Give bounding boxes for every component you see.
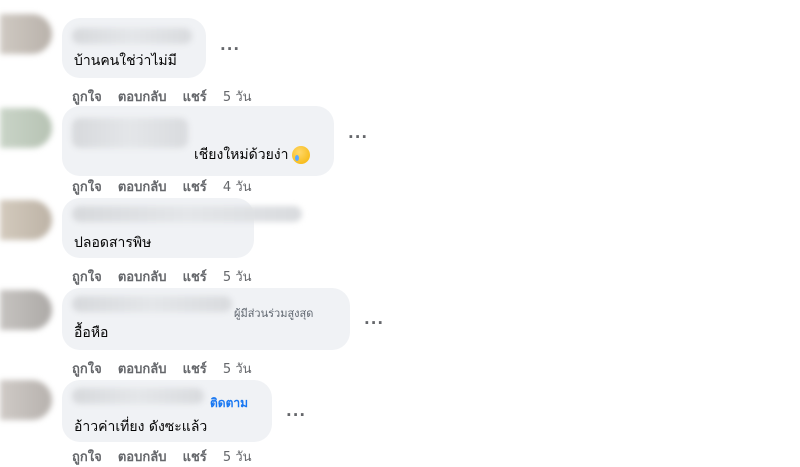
comment-actions: ถูกใจ ตอบกลับ แชร์ 5 วัน xyxy=(72,446,252,467)
timestamp[interactable]: 4 วัน xyxy=(223,180,252,195)
commenter-name-redacted[interactable] xyxy=(72,118,188,148)
comment-bubble: ปลอดสารพิษ xyxy=(62,198,302,258)
top-contributor-badge: ผู้มีส่วนร่วมสูงสุด xyxy=(234,307,314,320)
comment-text: ปลอดสารพิษ xyxy=(74,235,152,251)
timestamp[interactable]: 5 วัน xyxy=(223,450,252,465)
timestamp[interactable]: 5 วัน xyxy=(223,362,252,377)
avatar[interactable] xyxy=(0,108,52,148)
reply-button[interactable]: ตอบกลับ xyxy=(118,362,167,377)
reply-button[interactable]: ตอบกลับ xyxy=(118,270,167,285)
more-options-icon[interactable]: ··· xyxy=(364,314,384,332)
comment-4: ผู้มีส่วนร่วมสูงสุด อื้อหือ ··· ถูกใจ ตอ… xyxy=(0,288,800,378)
avatar[interactable] xyxy=(0,290,52,330)
comment-actions: ถูกใจ ตอบกลับ แชร์ 5 วัน xyxy=(72,358,252,379)
timestamp[interactable]: 5 วัน xyxy=(223,270,252,285)
comment-text: บ้านคนใช่ว่าไม่มี xyxy=(74,53,177,69)
comment-bubble: บ้านคนใช่ว่าไม่มี xyxy=(62,18,206,78)
like-button[interactable]: ถูกใจ xyxy=(72,362,102,377)
comment-3: ปลอดสารพิษ ถูกใจ ตอบกลับ แชร์ 5 วัน xyxy=(0,196,800,288)
comment-2: เชียงใหม่ด้วยง่า ··· ถูกใจ ตอบกลับ แชร์ … xyxy=(0,104,800,196)
more-options-icon[interactable]: ··· xyxy=(286,406,306,424)
follow-link[interactable]: ติดตาม xyxy=(210,394,248,413)
avatar[interactable] xyxy=(0,200,52,240)
reply-button[interactable]: ตอบกลับ xyxy=(118,90,167,105)
like-button[interactable]: ถูกใจ xyxy=(72,180,102,195)
comment-actions: ถูกใจ ตอบกลับ แชร์ 5 วัน xyxy=(72,266,252,287)
comment-actions: ถูกใจ ตอบกลับ แชร์ 4 วัน xyxy=(72,176,252,197)
share-button[interactable]: แชร์ xyxy=(183,180,207,195)
crying-face-emoji-icon xyxy=(292,146,311,164)
share-button[interactable]: แชร์ xyxy=(183,90,207,105)
comment-text: เชียงใหม่ด้วยง่า xyxy=(194,146,311,164)
avatar[interactable] xyxy=(0,14,52,54)
comment-text-content: เชียงใหม่ด้วยง่า xyxy=(194,147,289,163)
timestamp[interactable]: 5 วัน xyxy=(223,90,252,105)
commenter-name-redacted[interactable] xyxy=(72,388,204,404)
comment-1: บ้านคนใช่ว่าไม่มี ··· ถูกใจ ตอบกลับ แชร์… xyxy=(0,0,800,105)
reply-button[interactable]: ตอบกลับ xyxy=(118,450,167,465)
share-button[interactable]: แชร์ xyxy=(183,450,207,465)
commenter-name-redacted[interactable] xyxy=(72,296,232,312)
share-button[interactable]: แชร์ xyxy=(183,362,207,377)
commenter-name-redacted[interactable] xyxy=(72,28,192,44)
avatar[interactable] xyxy=(0,380,52,420)
share-button[interactable]: แชร์ xyxy=(183,270,207,285)
comment-bubble: ติดตาม อ้าวค่าเที่ยง ดังซะแล้ว xyxy=(62,380,272,442)
commenter-name-redacted[interactable] xyxy=(72,206,302,222)
comment-5: ติดตาม อ้าวค่าเที่ยง ดังซะแล้ว ··· ถูกใจ… xyxy=(0,378,800,466)
reply-button[interactable]: ตอบกลับ xyxy=(118,180,167,195)
like-button[interactable]: ถูกใจ xyxy=(72,450,102,465)
like-button[interactable]: ถูกใจ xyxy=(72,90,102,105)
comment-text: อ้าวค่าเที่ยง ดังซะแล้ว xyxy=(74,419,208,435)
comment-bubble: เชียงใหม่ด้วยง่า xyxy=(62,106,334,176)
like-button[interactable]: ถูกใจ xyxy=(72,270,102,285)
comment-text: อื้อหือ xyxy=(74,325,109,341)
comment-bubble: ผู้มีส่วนร่วมสูงสุด อื้อหือ xyxy=(62,288,350,350)
more-options-icon[interactable]: ··· xyxy=(348,128,368,146)
more-options-icon[interactable]: ··· xyxy=(220,40,240,58)
